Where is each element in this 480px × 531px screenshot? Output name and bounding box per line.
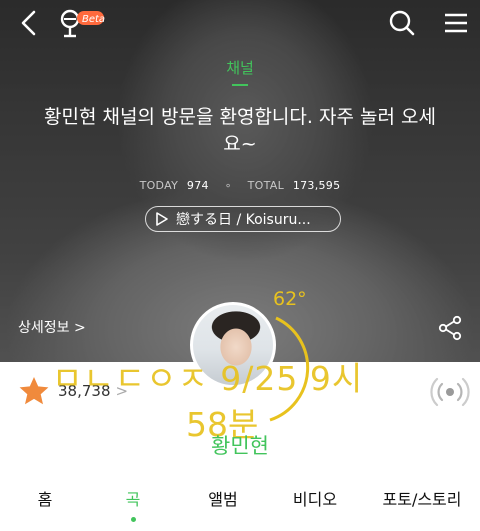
tab-home[interactable]: 홈 [28, 486, 62, 510]
channel-tabs: 홈 곡 앨범 비디오 포토/스토리 [0, 486, 480, 520]
overlay-annotation-line1: ㅁㄴㄷㅇㅈ 9/25 9시 [52, 359, 364, 398]
tab-albums[interactable]: 앨범 [196, 486, 250, 510]
temperature-value: 62° [273, 288, 307, 310]
active-tab-indicator [131, 517, 136, 522]
tab-songs[interactable]: 곡 [116, 486, 150, 510]
artist-name: 황민현 [211, 434, 269, 458]
tab-photo-story[interactable]: 포토/스토리 [368, 486, 476, 510]
tab-videos[interactable]: 비디오 [282, 486, 348, 510]
